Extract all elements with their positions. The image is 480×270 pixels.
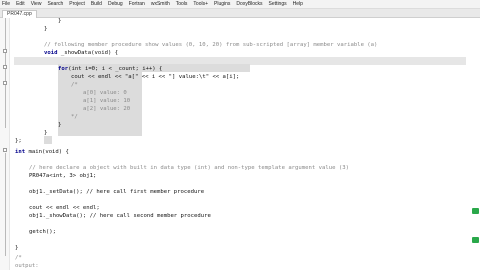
fold-toggle-icon[interactable] bbox=[3, 148, 7, 152]
code-line: obj1._setData(); // here call first memb… bbox=[29, 189, 205, 195]
scroll-change-markers bbox=[470, 18, 480, 270]
code-line: int main(void) { bbox=[15, 149, 69, 155]
menu-bar: File Edit View Search Project Build Debu… bbox=[0, 0, 480, 9]
change-marker-icon[interactable] bbox=[472, 237, 479, 243]
menu-build[interactable]: Build bbox=[91, 0, 102, 8]
code-line: obj1._showData(); // here call second me… bbox=[29, 213, 211, 219]
menu-help[interactable]: Help bbox=[293, 0, 303, 8]
code-line: for(int i=0; i < _count; i++) { bbox=[58, 66, 163, 72]
menu-tools[interactable]: Tools bbox=[176, 0, 188, 8]
code-line: getch(); bbox=[29, 229, 56, 235]
code-line: } bbox=[58, 18, 62, 24]
code-line: output: bbox=[15, 263, 39, 269]
menu-plugins[interactable]: Plugins bbox=[214, 0, 230, 8]
menu-tools-plus[interactable]: Tools+ bbox=[193, 0, 208, 8]
code-line: a[2] value: 20 bbox=[83, 106, 131, 112]
menu-search[interactable]: Search bbox=[47, 0, 63, 8]
menu-settings[interactable]: Settings bbox=[269, 0, 287, 8]
tab-pr047-cpp[interactable]: PR047.cpp bbox=[2, 10, 37, 18]
fold-line bbox=[5, 153, 6, 256]
code-line: /* bbox=[15, 255, 22, 261]
code-line: // here declare a object with built in d… bbox=[29, 165, 349, 171]
menu-wxsmith[interactable]: wxSmith bbox=[151, 0, 170, 8]
code-line: a[0] value: 0 bbox=[83, 90, 127, 96]
menu-project[interactable]: Project bbox=[69, 0, 85, 8]
code-line: a[1] value: 10 bbox=[83, 98, 131, 104]
code-editor[interactable]: } } // following member procedure show v… bbox=[0, 18, 480, 270]
menu-view[interactable]: View bbox=[31, 0, 42, 8]
code-line: // following member procedure show value… bbox=[44, 42, 378, 48]
code-line: } bbox=[44, 26, 48, 32]
selection-highlight bbox=[44, 136, 52, 144]
menu-file[interactable]: File bbox=[2, 0, 10, 8]
code-line: } bbox=[58, 122, 62, 128]
fold-line bbox=[5, 18, 6, 128]
code-line: } bbox=[15, 245, 19, 251]
code-line: */ bbox=[71, 114, 78, 120]
code-line: }; bbox=[15, 138, 22, 144]
menu-fortran[interactable]: Fortran bbox=[129, 0, 145, 8]
code-line: void _showData(void) { bbox=[44, 50, 119, 56]
fold-toggle-icon[interactable] bbox=[3, 65, 7, 69]
code-line: /* bbox=[71, 82, 78, 88]
fold-toggle-icon[interactable] bbox=[3, 81, 7, 85]
menu-edit[interactable]: Edit bbox=[16, 0, 25, 8]
code-line: PR047a<int, 3> obj1; bbox=[29, 173, 97, 179]
editor-tab-bar: PR047.cpp bbox=[0, 9, 480, 18]
change-marker-icon[interactable] bbox=[472, 208, 479, 214]
code-line: cout << endl << endl; bbox=[29, 205, 100, 211]
fold-toggle-icon[interactable] bbox=[3, 49, 7, 53]
code-line: cout << endl << "a[" << i << "] value:\t… bbox=[71, 74, 240, 80]
menu-debug[interactable]: Debug bbox=[108, 0, 123, 8]
fold-margin bbox=[0, 18, 10, 270]
menu-doxyblocks[interactable]: DoxyBlocks bbox=[236, 0, 262, 8]
code-line: } bbox=[44, 130, 48, 136]
